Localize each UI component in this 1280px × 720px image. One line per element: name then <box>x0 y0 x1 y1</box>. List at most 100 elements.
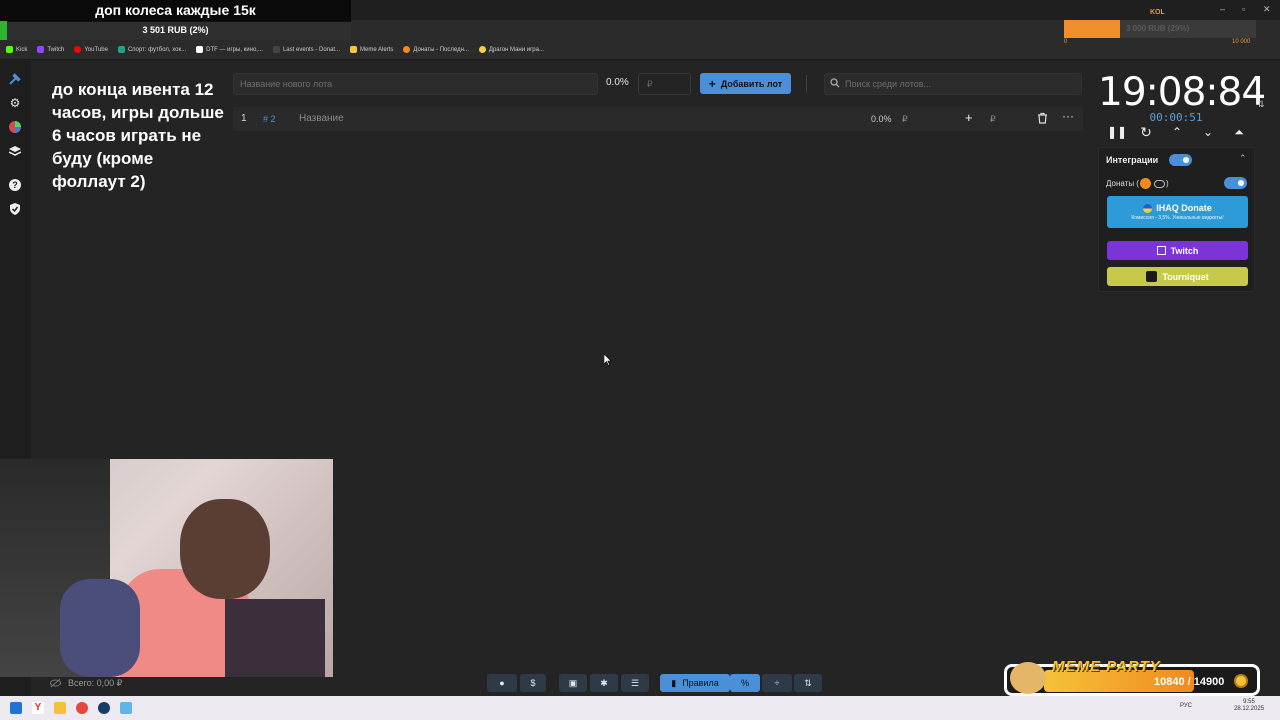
more-icon[interactable]: ··· <box>1062 109 1074 123</box>
coin-icon <box>1234 674 1248 688</box>
bookmark-label: Спорт: футбол, хок... <box>127 46 187 53</box>
twitch-integration-button[interactable]: Twitch <box>1107 241 1248 260</box>
donation-progress-text: 3 501 RUB (2%) <box>142 25 209 35</box>
eye-off-icon[interactable] <box>50 678 61 688</box>
collapse-icon[interactable]: ⌃ <box>1239 153 1247 164</box>
github-icon[interactable]: ● <box>487 674 517 692</box>
shield-icon[interactable] <box>8 202 22 216</box>
bookmark-last-events[interactable]: Last events - Donat... <box>272 46 340 53</box>
kol-max: 10 000 <box>1232 39 1251 45</box>
sort-icon[interactable]: ⇅ <box>794 674 822 692</box>
help-icon[interactable]: ? <box>8 178 22 192</box>
bookmark-dragon[interactable]: Драгон Мани игра... <box>478 46 544 53</box>
ihaq-title-text: IHAQ Donate <box>1156 203 1212 213</box>
lot-search-input[interactable]: Поиск среди лотов... <box>824 73 1082 95</box>
bookmark-donaty[interactable]: Донаты - Последн... <box>403 46 469 53</box>
new-lot-amount-input[interactable]: ₽ <box>638 73 691 95</box>
percent-icon[interactable]: % <box>730 674 760 692</box>
divide-icon[interactable]: ÷ <box>762 674 792 692</box>
lot-row[interactable]: 1 # 2 Название 0.0% ₽ + ₽ ··· <box>233 107 1083 131</box>
bookmark-meme-alerts[interactable]: Meme Alerts <box>350 46 393 53</box>
windows-start-icon[interactable] <box>10 702 22 714</box>
rules-button[interactable]: ▮ Правила <box>660 674 730 692</box>
dragon-icon <box>478 46 486 53</box>
youtube-icon <box>74 46 82 53</box>
bookmark-sport[interactable]: Спорт: футбол, хок... <box>117 46 187 53</box>
donationalerts-icon <box>1139 178 1151 189</box>
auction-elapsed-timer: 00:00:51 <box>1149 111 1203 124</box>
donations-label: Донаты ( ) <box>1106 178 1169 189</box>
integrations-title: Интеграции <box>1106 155 1159 165</box>
meme-party-value: 10840 / 14900 <box>1154 676 1225 688</box>
kol-label: KOL <box>1150 9 1165 16</box>
doge-avatar <box>1010 662 1046 694</box>
lot-add-icon[interactable]: + <box>965 110 973 125</box>
app-icon[interactable] <box>120 702 132 714</box>
donations-label-suffix: ) <box>1165 179 1169 188</box>
trash-icon[interactable] <box>1037 112 1048 127</box>
layers-icon[interactable] <box>8 144 22 158</box>
browser-tab-row <box>351 0 1280 20</box>
lot-name-input[interactable]: Название <box>299 113 344 124</box>
ihaq-subtitle: Комиссия - 3,5%. Уникальные виджеты! <box>1131 215 1224 221</box>
twitch-icon <box>37 46 45 53</box>
tourniquet-integration-button[interactable]: Tourniquet <box>1107 267 1248 286</box>
lot-amount-input[interactable]: ₽ <box>902 114 908 125</box>
chrome-icon[interactable] <box>76 702 88 714</box>
minimize-icon[interactable]: – <box>1220 4 1225 14</box>
tourniquet-label: Tourniquet <box>1162 271 1209 282</box>
wheel-icon[interactable] <box>8 120 22 134</box>
system-clock[interactable]: 9:55 28.12.2025 <box>1234 699 1264 713</box>
kol-min: 0 <box>1064 39 1068 45</box>
stream-note-text: до конца ивента 12 часов, игры дольше 6 … <box>52 80 224 191</box>
yandex-browser-icon[interactable]: Y <box>32 702 44 714</box>
chevron-up-icon[interactable]: ⌃ <box>1169 124 1185 140</box>
bookmark-label: Last events - Donat... <box>282 46 340 53</box>
svg-text:?: ? <box>12 180 18 190</box>
auction-hammer-icon[interactable] <box>8 72 22 86</box>
restart-icon[interactable]: ↻ <box>1138 124 1154 140</box>
integrations-toggle[interactable] <box>1169 154 1192 166</box>
clock-date: 28.12.2025 <box>1234 706 1265 712</box>
search-icon <box>830 78 840 88</box>
list-icon[interactable]: ☰ <box>621 674 649 692</box>
new-lot-percent: 0.0% <box>606 77 629 88</box>
input-language[interactable]: РУС <box>1180 703 1192 709</box>
ihaq-donate-button[interactable]: IHAQ Donate Комиссия - 3,5%. Уникальные … <box>1107 196 1248 228</box>
maximize-icon[interactable]: ▫ <box>1242 4 1245 14</box>
ukraine-flag-icon <box>1143 203 1153 213</box>
close-icon[interactable]: ✕ <box>1263 4 1271 15</box>
webcam-desk <box>225 599 325 677</box>
rules-label: Правила <box>682 678 719 688</box>
bookmark-youtube[interactable]: YouTube <box>74 46 108 53</box>
auction-timer: 19:08:84 <box>1098 70 1266 115</box>
settings-gear-icon[interactable]: ⚙ <box>8 96 22 110</box>
twitch-icon <box>1156 246 1166 255</box>
steam-icon[interactable] <box>98 702 110 714</box>
mouse-cursor-icon <box>604 354 612 366</box>
link-icon <box>1153 179 1165 188</box>
add-lot-button[interactable]: + Добавить лот <box>700 73 791 94</box>
dtf-icon <box>196 46 204 53</box>
bookmark-kick[interactable]: Kick <box>6 46 27 53</box>
file-explorer-icon[interactable] <box>54 702 66 714</box>
chevron-down-icon[interactable]: ⌄ <box>1200 124 1216 140</box>
bookmark-twitch[interactable]: Twitch <box>37 46 64 53</box>
lot-add-amount-input[interactable]: ₽ <box>990 114 996 125</box>
pause-icon[interactable]: ❚❚ <box>1107 124 1127 140</box>
new-lot-name-input[interactable]: Название нового лота <box>233 73 598 95</box>
double-chevron-up-icon[interactable]: ⏶ <box>1231 124 1247 140</box>
total-sum: Всего: 0,00 ₽ <box>68 678 123 688</box>
clock-time: 9:55 <box>1243 699 1255 705</box>
lot-index: 1 <box>241 113 247 124</box>
save-icon[interactable]: ▣ <box>559 674 587 692</box>
swap-icon[interactable]: ⇅ <box>1257 99 1265 110</box>
kol-progress-fill <box>1064 20 1120 38</box>
bug-icon[interactable]: ✱ <box>590 674 618 692</box>
lot-id: # 2 <box>263 114 276 124</box>
dollar-icon[interactable]: $ <box>520 674 546 692</box>
donations-toggle[interactable] <box>1224 177 1247 189</box>
bookmark-dtf[interactable]: DTF — игры, кино,... <box>196 46 263 53</box>
integrations-panel: Интеграции ⌃ Донаты ( ) IHAQ Donate Коми… <box>1098 147 1255 292</box>
donationalerts-icon <box>272 46 280 53</box>
